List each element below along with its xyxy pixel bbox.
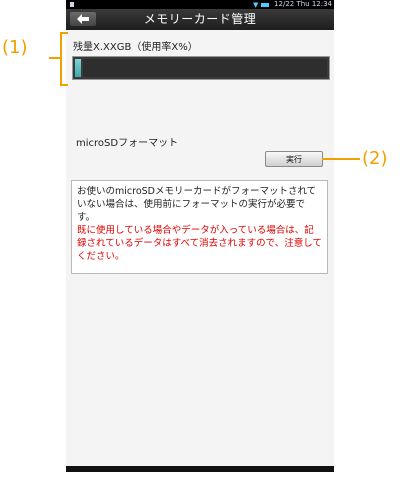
annotation-2: (2) (362, 148, 388, 169)
annotation-1: (1) (2, 37, 28, 58)
status-bar: ▼ 12/22 Thu 12:34 (66, 0, 334, 9)
usage-progress-bar (72, 56, 330, 80)
title-bar: メモリーカード管理 (66, 9, 334, 30)
notice-warning-text: 既に使用している場合やデータが入っている場合は、記録されているデータはすべて消去… (77, 225, 323, 262)
back-arrow-icon (77, 14, 89, 24)
annotation-2-leader (322, 158, 360, 160)
usage-progress-track (83, 59, 327, 77)
microsd-format-label: microSDフォーマット (76, 138, 179, 149)
annotation-1-leader (49, 57, 60, 59)
phone-bottom-edge (66, 466, 334, 472)
format-notice: お使いのmicroSDメモリーカードがフォーマットされていない場合は、使用前にフ… (71, 180, 328, 274)
remaining-capacity-label: 残量X.XXGB（使用率X%） (73, 42, 198, 53)
usage-progress-fill (75, 59, 81, 77)
phone-screen: ▼ 12/22 Thu 12:34 メモリーカード管理 残量X.XXGB（使用率… (66, 0, 334, 470)
page-title: メモリーカード管理 (143, 12, 257, 26)
battery-icon (261, 3, 269, 7)
page: ▼ 12/22 Thu 12:34 メモリーカード管理 残量X.XXGB（使用率… (0, 0, 400, 478)
notice-text: お使いのmicroSDメモリーカードがフォーマットされていない場合は、使用前にフ… (77, 186, 317, 223)
annotation-1-bracket (60, 32, 68, 86)
notification-icon (70, 2, 74, 7)
status-datetime: 12/22 Thu 12:34 (274, 0, 332, 8)
execute-format-button[interactable]: 実行 (265, 151, 323, 167)
back-button[interactable] (70, 12, 96, 26)
